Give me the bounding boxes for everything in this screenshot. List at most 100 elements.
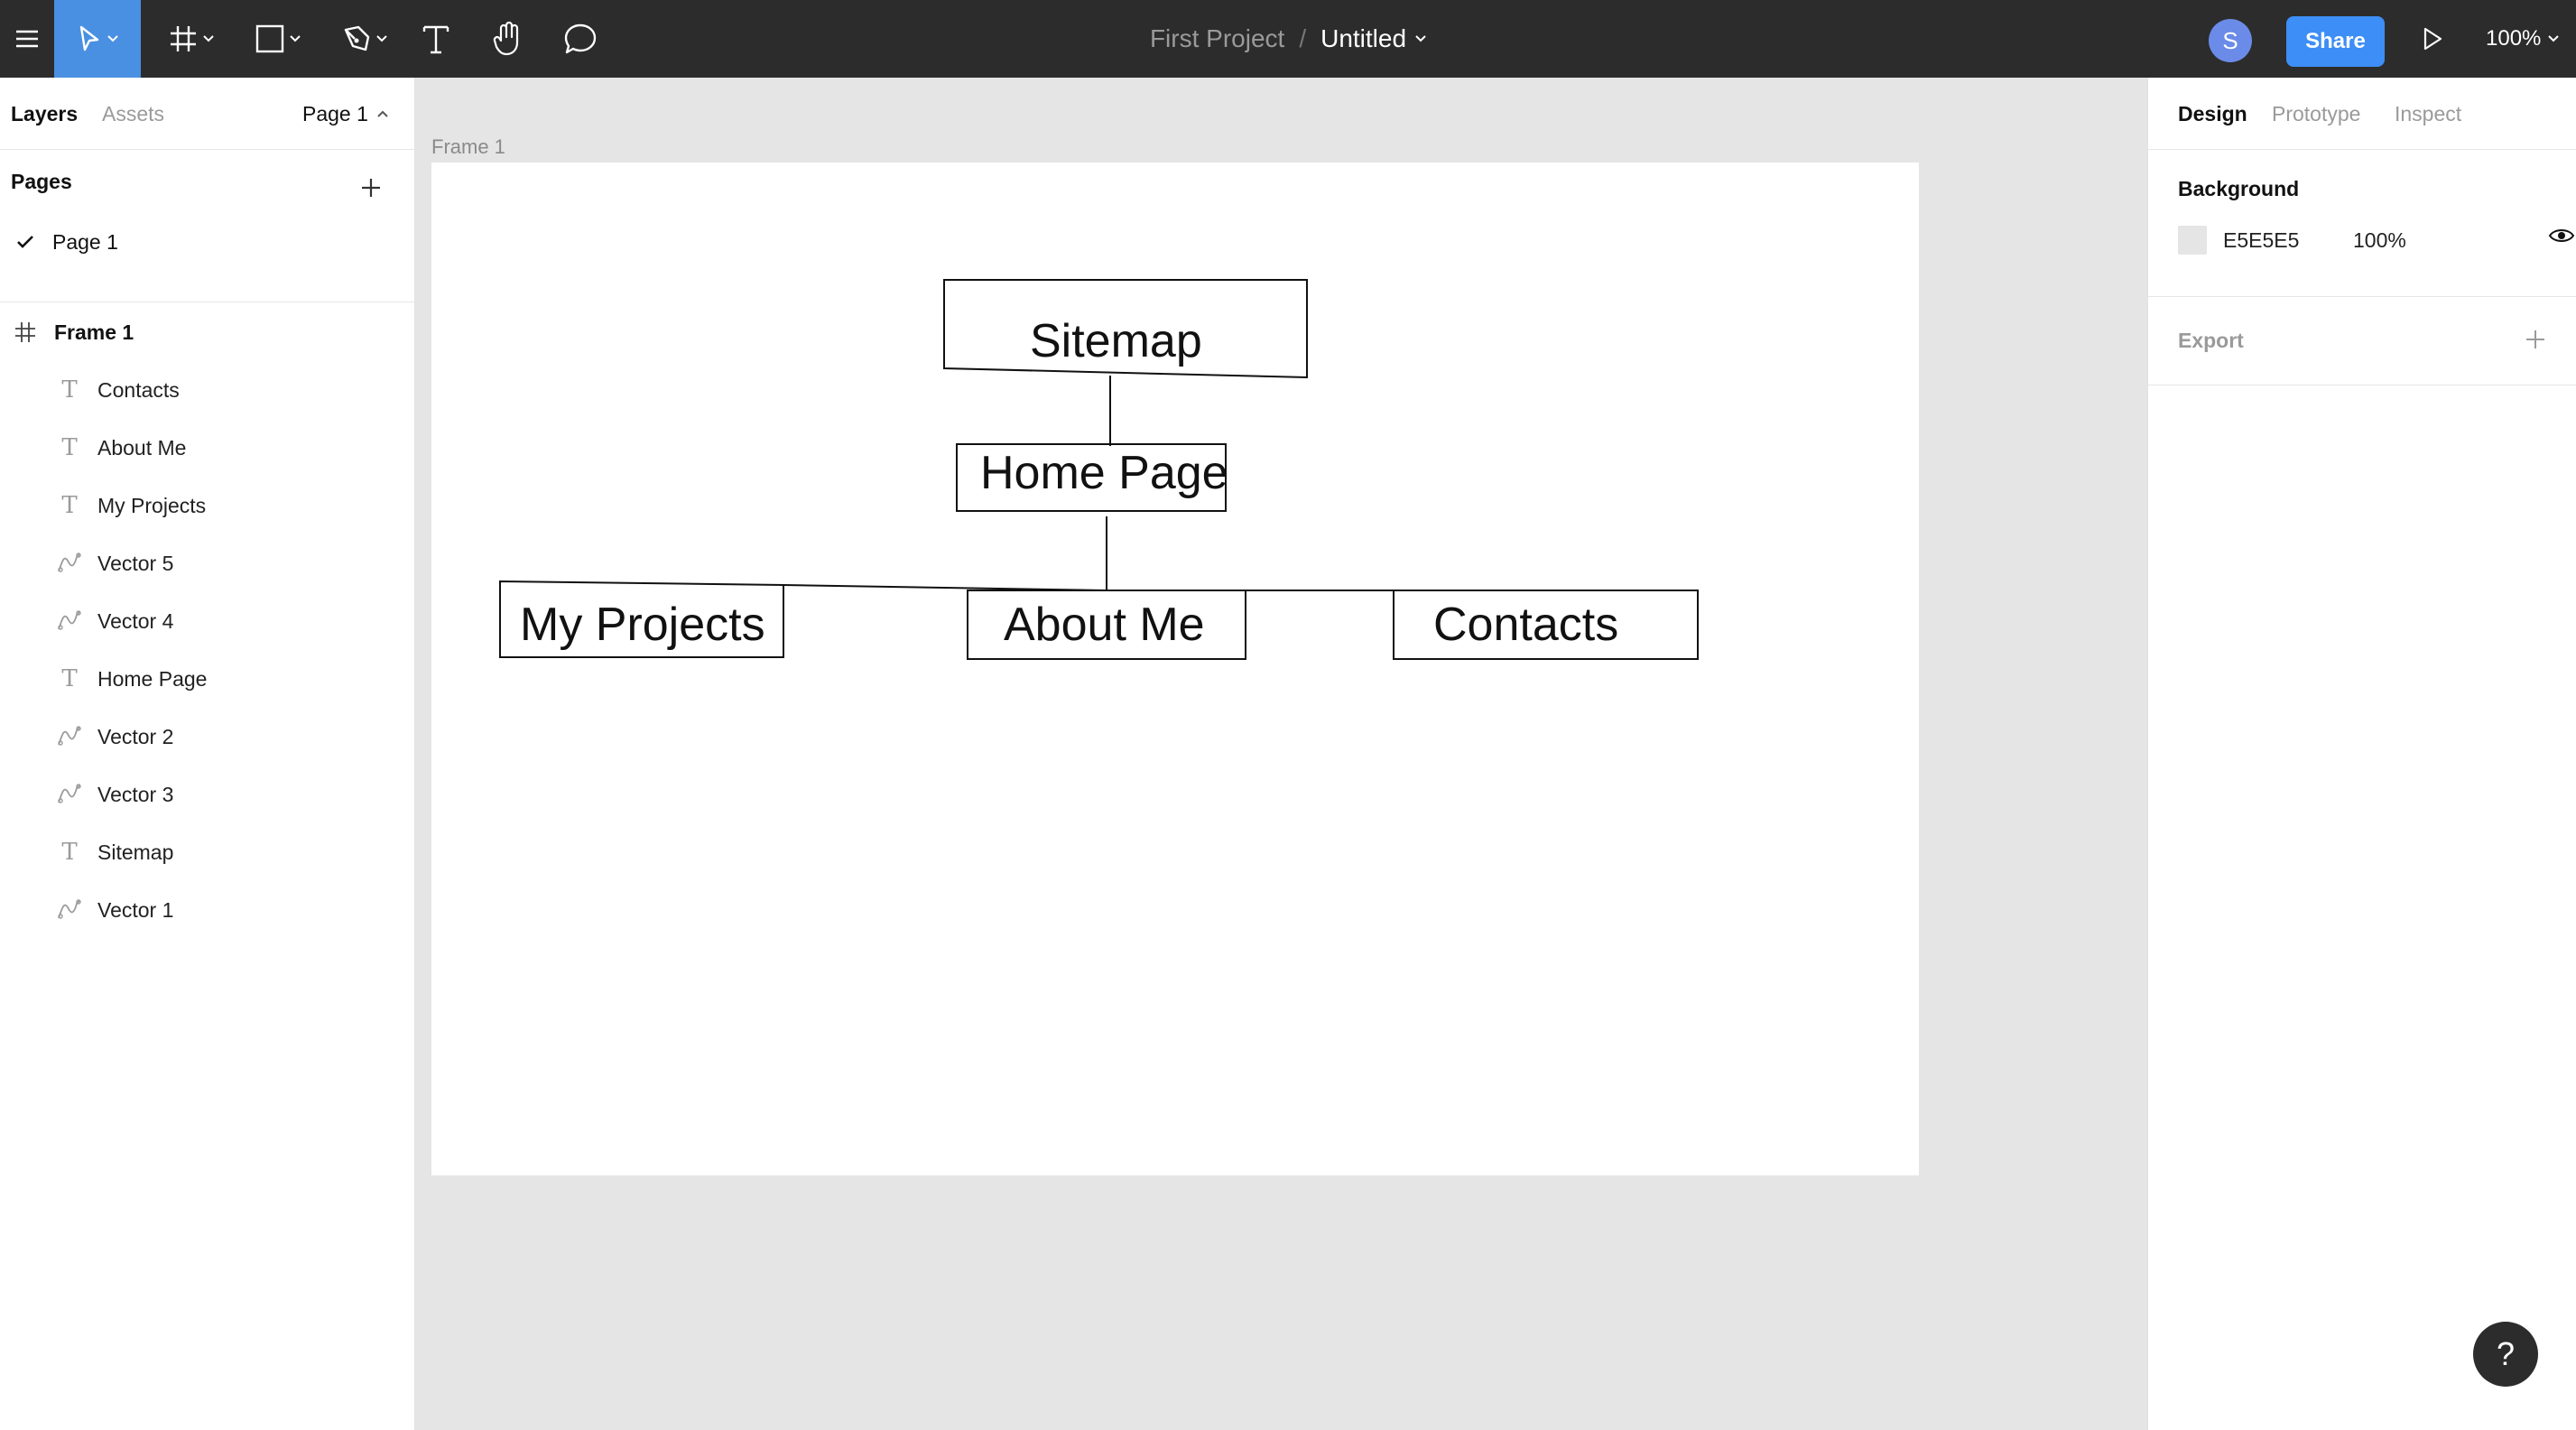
zoom-menu[interactable]: 100% [2486,0,2560,78]
my-projects-node-text[interactable]: My Projects [520,598,765,652]
move-tool-button[interactable] [54,0,141,78]
page-selector-label: Page 1 [302,101,368,125]
file-name-menu[interactable]: Untitled [1320,24,1426,53]
vector-layer-icon [56,723,83,750]
layer-item[interactable]: T My Projects [0,477,415,534]
chevron-up-icon [377,110,388,117]
rectangle-icon [255,24,284,53]
zoom-level: 100% [2486,26,2542,51]
share-button[interactable]: Share [2286,16,2385,67]
layer-item[interactable]: Vector 2 [0,708,415,766]
connector-my-projects [783,584,1107,591]
frame-grid-icon [15,322,35,342]
left-panel-tabs: Layers Assets Page 1 [0,78,415,150]
layer-item[interactable]: Vector 1 [0,881,415,939]
chevron-down-icon [203,35,214,42]
vector-layer-icon [56,608,83,635]
plus-icon [362,179,380,197]
layer-item[interactable]: T About Me [0,419,415,477]
chevron-down-icon [290,35,301,42]
user-avatar[interactable]: S [2209,19,2252,62]
frame-grid-icon [171,26,196,51]
text-layer-icon: T [61,376,78,404]
play-icon [2423,27,2442,51]
tab-prototype[interactable]: Prototype [2272,78,2360,150]
chevron-down-icon [107,35,118,42]
tab-layers[interactable]: Layers [11,78,78,150]
present-button[interactable] [2410,0,2455,78]
sitemap-node-text[interactable]: Sitemap [1030,314,1202,368]
pages-header: Pages [11,169,72,193]
pen-tool-button[interactable] [329,0,401,78]
layer-frame-label: Frame 1 [54,320,134,344]
text-layer-icon: T [61,839,78,866]
layer-item-label: Vector 2 [97,724,174,748]
tab-inspect[interactable]: Inspect [2395,78,2461,150]
layer-item-label: Home Page [97,666,208,691]
layer-item[interactable]: T Sitemap [0,823,415,881]
layer-item[interactable]: T Home Page [0,650,415,708]
page-selector[interactable]: Page 1 [302,78,388,150]
layer-item[interactable]: Vector 5 [0,534,415,592]
vector-layer-icon [56,550,83,577]
frame-label[interactable]: Frame 1 [431,135,505,159]
text-t-icon [422,25,449,54]
right-panel-tabs: Design Prototype Inspect [2148,78,2576,150]
contacts-node-text[interactable]: Contacts [1433,598,1618,652]
layer-item[interactable]: Vector 4 [0,592,415,650]
project-name-link[interactable]: First Project [1150,24,1284,53]
frame-tool-button[interactable] [155,0,227,78]
background-fill-row: E5E5E5 100% [2178,222,2575,258]
toolbar: First Project / Untitled S Share 100% [0,0,2576,78]
chevron-down-icon [1415,35,1426,42]
title-separator: / [1299,24,1307,52]
layer-list: T Contacts T About Me T My Projects Vect… [0,361,415,939]
about-me-node-text[interactable]: About Me [1004,598,1205,652]
cursor-arrow-icon [79,25,99,51]
hamburger-menu-icon [16,30,38,48]
layers-panel: Layers Assets Page 1 Pages Page 1 Frame … [0,78,415,1430]
design-frame[interactable]: Sitemap Home Page My Projects About Me C… [431,162,1919,1175]
layer-item-label: About Me [97,435,187,460]
panel-divider [2148,296,2576,297]
text-tool-button[interactable] [415,0,457,78]
properties-panel: Design Prototype Inspect Background E5E5… [2147,78,2576,1430]
page-item[interactable]: Page 1 [0,213,415,271]
layer-item[interactable]: Vector 3 [0,766,415,823]
background-color-swatch[interactable] [2178,226,2207,255]
checkmark-icon [17,236,33,248]
background-hex-input[interactable]: E5E5E5 [2223,228,2353,253]
hand-icon [493,21,519,56]
background-opacity-input[interactable]: 100% [2353,228,2406,253]
page-item-label: Page 1 [52,229,118,254]
vector-layer-icon [56,781,83,808]
text-layer-icon: T [61,434,78,461]
chevron-down-icon [376,35,387,42]
layer-item-label: Vector 5 [97,551,174,575]
help-button[interactable]: ? [2473,1322,2538,1387]
text-layer-icon: T [61,492,78,519]
export-label: Export [2178,329,2244,352]
background-label: Background [2178,177,2300,200]
layer-item-label: Sitemap [97,840,174,864]
tab-design[interactable]: Design [2178,78,2247,150]
pen-nib-icon [344,25,370,51]
vector-layer-icon [56,896,83,924]
tab-assets[interactable]: Assets [102,78,164,150]
shape-tool-button[interactable] [242,0,314,78]
layer-item-label: My Projects [97,493,207,517]
add-page-button[interactable] [357,173,385,202]
visibility-eye-icon[interactable] [2548,226,2575,250]
main-menu-button[interactable] [0,0,54,78]
layer-item-label: Vector 4 [97,608,174,633]
add-export-button[interactable] [2521,325,2550,354]
chevron-down-icon [2548,35,2560,42]
layer-item-label: Vector 3 [97,782,174,806]
text-layer-icon: T [61,665,78,692]
home-page-node-text[interactable]: Home Page [980,446,1228,500]
hand-tool-button[interactable] [486,0,531,78]
comment-tool-button[interactable] [558,0,603,78]
layer-frame-1[interactable]: Frame 1 [0,303,415,361]
layer-item-label: Contacts [97,377,180,402]
layer-item[interactable]: T Contacts [0,361,415,419]
